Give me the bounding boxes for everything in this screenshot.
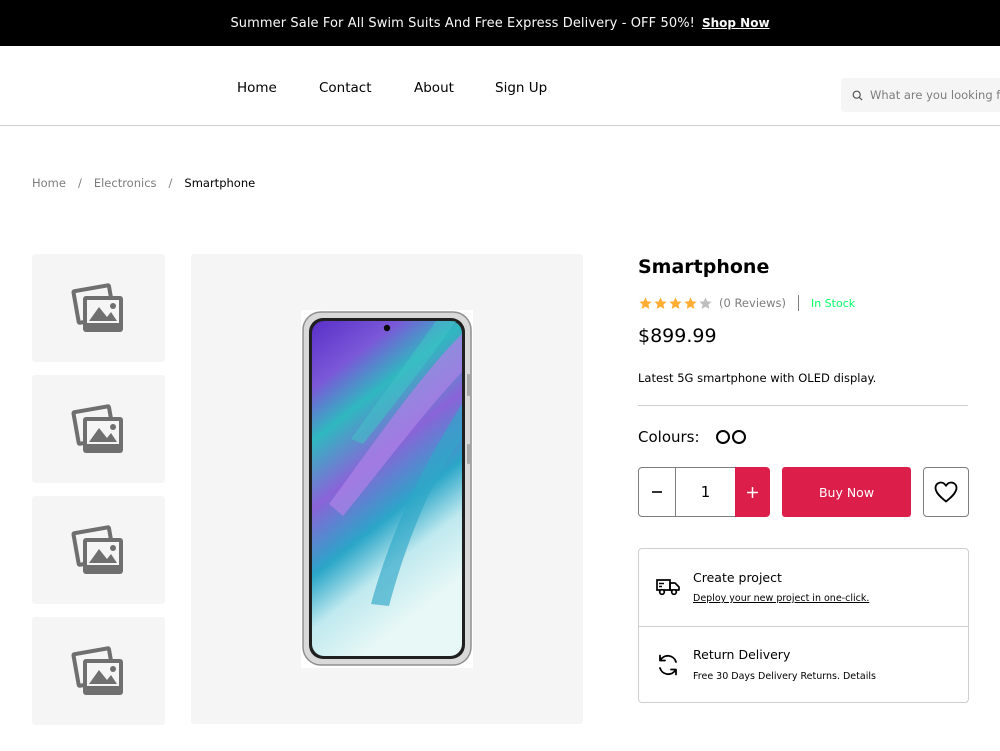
delivery-truck-icon	[656, 579, 680, 596]
divider	[638, 405, 968, 406]
service-title: Return Delivery	[693, 647, 791, 662]
divider	[797, 295, 799, 311]
star-icon	[669, 296, 682, 309]
colour-swatch[interactable]	[731, 430, 746, 444]
announcement-text: Summer Sale For All Swim Suits And Free …	[230, 15, 695, 31]
product-main-image	[191, 254, 583, 724]
announcement-bar: Summer Sale For All Swim Suits And Free …	[0, 0, 1000, 46]
nav-contact[interactable]: Contact	[319, 80, 372, 96]
colour-swatch[interactable]	[715, 430, 730, 444]
buy-now-button[interactable]: Buy Now	[782, 467, 911, 517]
nav-sign-up[interactable]: Sign Up	[495, 80, 547, 96]
search-icon	[852, 90, 863, 101]
quantity-stepper: 1	[638, 467, 770, 517]
breadcrumb-separator: /	[77, 176, 82, 190]
review-count: (0 Reviews)	[719, 296, 786, 310]
star-icon	[684, 296, 697, 309]
quantity-value[interactable]: 1	[676, 467, 735, 517]
service-item: Return Delivery Free 30 Days Delivery Re…	[639, 626, 968, 703]
breadcrumb-separator: /	[168, 176, 173, 190]
stock-status: In Stock	[810, 296, 856, 310]
nav-home[interactable]: Home	[237, 80, 277, 96]
colour-selector: Colours:	[638, 428, 746, 446]
service-title: Create project	[693, 570, 782, 585]
shop-now-link[interactable]: Shop Now	[702, 16, 770, 30]
return-arrows-icon	[659, 654, 677, 676]
product-thumbnail[interactable]	[32, 617, 165, 725]
image-placeholder-icon	[70, 646, 123, 695]
image-placeholder-icon	[70, 283, 123, 332]
heart-icon	[934, 481, 958, 503]
star-icon	[654, 296, 667, 309]
breadcrumb-electronics[interactable]: Electronics	[94, 176, 157, 190]
minus-icon	[652, 491, 662, 493]
plus-icon	[747, 486, 758, 498]
product-description: Latest 5G smartphone with OLED display.	[638, 371, 877, 385]
product-thumbnail[interactable]	[32, 496, 165, 604]
search-input[interactable]	[870, 88, 1000, 102]
star-empty-icon	[699, 296, 712, 309]
breadcrumb-current: Smartphone	[184, 176, 256, 190]
star-rating	[638, 296, 713, 311]
decrease-quantity-button[interactable]	[638, 467, 676, 517]
product-thumbnail[interactable]	[32, 254, 165, 362]
image-placeholder-icon	[70, 404, 123, 453]
service-info: Create project Deploy your new project i…	[638, 548, 969, 703]
colours-label: Colours:	[638, 428, 700, 446]
star-icon	[639, 296, 652, 309]
smartphone-image	[301, 310, 473, 668]
breadcrumb: Home / Electronics / Smartphone	[32, 176, 255, 190]
wishlist-button[interactable]	[923, 467, 969, 517]
service-subtitle: Free 30 Days Delivery Returns. Details	[693, 671, 876, 682]
product-price: $899.99	[638, 325, 717, 347]
rating-row: (0 Reviews) In Stock	[638, 294, 855, 312]
product-thumbnail[interactable]	[32, 375, 165, 483]
image-placeholder-icon	[70, 525, 123, 574]
nav-about[interactable]: About	[414, 80, 454, 96]
breadcrumb-home[interactable]: Home	[32, 176, 66, 190]
increase-quantity-button[interactable]	[735, 467, 770, 517]
product-title: Smartphone	[638, 256, 770, 278]
service-link[interactable]: Deploy your new project in one-click.	[693, 593, 869, 604]
header: Home Contact About Sign Up	[0, 46, 1000, 126]
search-box[interactable]	[841, 78, 1000, 112]
service-item: Create project Deploy your new project i…	[639, 549, 968, 626]
